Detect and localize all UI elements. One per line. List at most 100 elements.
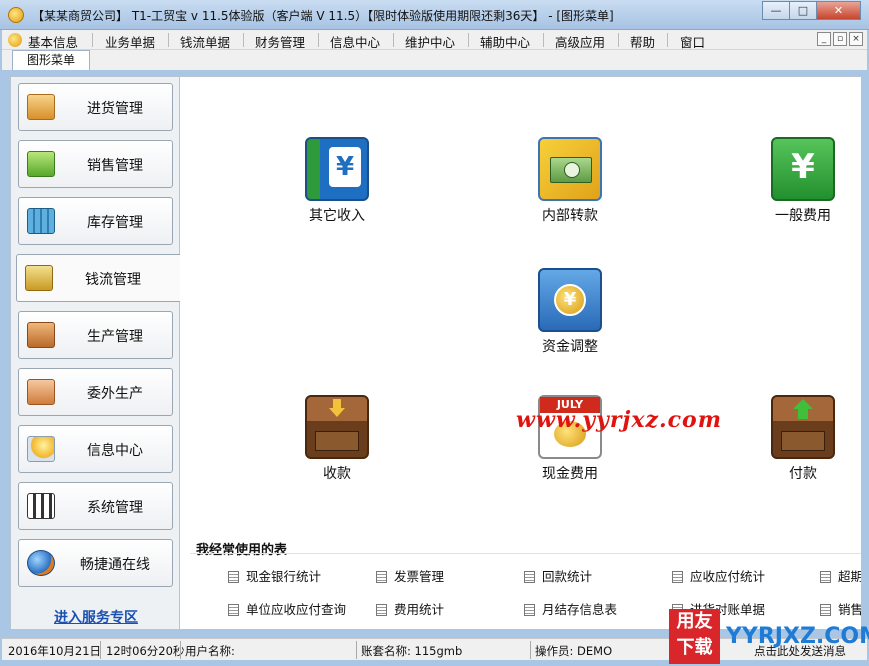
report-label: 费用统计 <box>394 602 445 617</box>
mdi-close-button[interactable]: × <box>849 32 863 46</box>
menu-item-maintenance[interactable]: 维护中心 <box>405 32 455 51</box>
sidebar-item-label: 委外生产 <box>87 386 143 402</box>
status-separator <box>530 641 531 659</box>
function-general-expense[interactable]: ¥ 一般费用 <box>748 137 858 237</box>
mdi-restore-button[interactable]: ▫ <box>833 32 847 46</box>
sidebar-item-sales[interactable]: 销售管理 <box>18 140 173 188</box>
basket-icon <box>27 151 55 177</box>
divider <box>190 553 861 554</box>
report-link[interactable]: 现金银行统计 <box>228 566 321 585</box>
frequent-reports: 我经常使用的表 现金银行统计 发票管理 回款统计 应收应付统计 超期 单位应收应… <box>180 531 862 629</box>
tab-graphic-menu[interactable]: 图形菜单 <box>12 50 90 70</box>
inbox-icon <box>27 379 55 405</box>
report-label: 现金银行统计 <box>246 569 322 584</box>
menu-item-info-center[interactable]: 信息中心 <box>330 32 380 51</box>
sidebar-item-label: 信息中心 <box>87 443 143 459</box>
menu-item-basic-info[interactable]: 基本信息 <box>28 32 78 51</box>
document-icon <box>376 604 387 616</box>
site-logo-text: YYRJXZ.COM <box>726 624 869 649</box>
report-link[interactable]: 发票管理 <box>376 566 444 585</box>
menu-item-assist[interactable]: 辅助中心 <box>480 32 530 51</box>
sidebar-item-label: 畅捷通在线 <box>80 557 150 573</box>
report-label: 超期 <box>838 569 862 584</box>
document-icon <box>820 604 831 616</box>
menu-item-help[interactable]: 帮助 <box>630 32 655 51</box>
fund-adjust-icon: ¥ <box>538 268 602 332</box>
menu-item-advanced[interactable]: 高级应用 <box>555 32 605 51</box>
sidebar-item-label: 库存管理 <box>87 215 143 231</box>
function-label: 付款 <box>789 466 817 482</box>
info-bulb-icon <box>27 436 55 462</box>
report-label: 应收应付统计 <box>690 569 766 584</box>
function-other-income[interactable]: ¥ 其它收入 <box>282 137 392 237</box>
window-controls: — □ ✕ <box>762 1 861 20</box>
function-make-payment[interactable]: 付款 <box>748 395 858 495</box>
status-separator <box>180 641 181 659</box>
report-link[interactable]: 月结存信息表 <box>524 599 617 618</box>
status-date: 2016年10月21日 <box>8 644 102 658</box>
globe-icon <box>27 550 55 576</box>
report-link[interactable]: 销售 <box>820 599 861 618</box>
watermark-text: www.yyrjxz.com <box>516 407 722 433</box>
sidebar-item-production[interactable]: 生产管理 <box>18 311 173 359</box>
report-link[interactable]: 单位应收应付查询 <box>228 599 346 618</box>
mdi-controls: _ ▫ × <box>817 32 863 46</box>
sidebar-item-online[interactable]: 畅捷通在线 <box>18 539 173 587</box>
report-link[interactable]: 超期 <box>820 566 862 585</box>
site-logo-badge: 用友下载 <box>669 609 720 664</box>
cart-icon <box>27 94 55 120</box>
sidebar: 进货管理 销售管理 库存管理 钱流管理 生产管理 委外生产 信息中心 系统管理 … <box>10 76 181 630</box>
document-icon <box>228 604 239 616</box>
report-link[interactable]: 回款统计 <box>524 566 592 585</box>
menu-separator <box>667 33 668 47</box>
function-internal-transfer[interactable]: 内部转款 <box>515 137 625 237</box>
mdi-minimize-button[interactable]: _ <box>817 32 831 46</box>
title-bar: 【某某商贸公司】 T1-工贸宝 v 11.5体验版（客户端 V 11.5）【限时… <box>0 0 869 30</box>
menu-app-icon[interactable] <box>8 33 22 47</box>
menu-item-finance[interactable]: 财务管理 <box>255 32 305 51</box>
close-button[interactable]: ✕ <box>816 1 861 20</box>
app-icon <box>8 7 24 23</box>
transfer-money-icon <box>538 137 602 201</box>
report-label: 月结存信息表 <box>542 602 618 617</box>
function-fund-adjust[interactable]: ¥ 资金调整 <box>515 268 625 368</box>
yuan-book-icon: ¥ <box>305 137 369 201</box>
menu-item-business-docs[interactable]: 业务单据 <box>105 32 155 51</box>
sidebar-item-system[interactable]: 系统管理 <box>18 482 173 530</box>
frequent-reports-title: 我经常使用的表 <box>196 543 288 558</box>
report-label: 单位应收应付查询 <box>246 602 347 617</box>
tab-strip: 图形菜单 <box>2 50 867 70</box>
status-user: 用户名称: <box>185 644 235 658</box>
sidebar-item-inventory[interactable]: 库存管理 <box>18 197 173 245</box>
sidebar-item-label: 进货管理 <box>87 101 143 117</box>
sidebar-item-info-center[interactable]: 信息中心 <box>18 425 173 473</box>
minimize-button[interactable]: — <box>762 1 789 20</box>
pay-drawer-icon <box>771 395 835 459</box>
menu-separator <box>168 33 169 47</box>
sidebar-item-label: 系统管理 <box>87 500 143 516</box>
service-zone-link[interactable]: 进入服务专区 <box>11 607 181 627</box>
function-label: 其它收入 <box>309 208 365 224</box>
menu-item-window[interactable]: 窗口 <box>680 32 705 51</box>
document-icon <box>820 571 831 583</box>
function-label: 一般费用 <box>775 208 831 224</box>
sidebar-item-label: 销售管理 <box>87 158 143 174</box>
sidebar-item-cashflow[interactable]: 钱流管理 <box>16 254 181 302</box>
report-link[interactable]: 应收应付统计 <box>672 566 765 585</box>
menu-item-cashflow-docs[interactable]: 钱流单据 <box>180 32 230 51</box>
status-separator <box>100 641 101 659</box>
cabinet-icon <box>27 322 55 348</box>
function-label: 现金费用 <box>542 466 598 482</box>
document-icon <box>228 571 239 583</box>
sidebar-item-label: 钱流管理 <box>85 272 141 288</box>
sidebar-item-label: 生产管理 <box>87 329 143 345</box>
menu-separator <box>393 33 394 47</box>
sidebar-item-purchase[interactable]: 进货管理 <box>18 83 173 131</box>
function-receive-payment[interactable]: 收款 <box>282 395 392 495</box>
status-separator <box>356 641 357 659</box>
settings-sliders-icon <box>27 493 55 519</box>
report-link[interactable]: 费用统计 <box>376 599 444 618</box>
maximize-button[interactable]: □ <box>789 1 816 20</box>
menu-separator <box>318 33 319 47</box>
sidebar-item-outsourcing[interactable]: 委外生产 <box>18 368 173 416</box>
